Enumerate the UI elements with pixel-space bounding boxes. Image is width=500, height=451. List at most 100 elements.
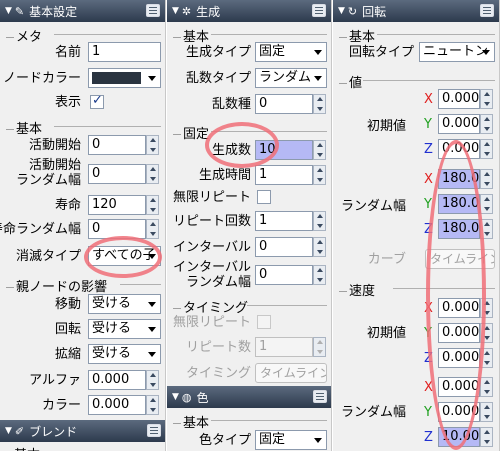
rotation-panel: ▼ ↻ 回転 基本 回転タイプ ニュートン 値 初期値 X 0.000 Y 0.…	[333, 0, 500, 451]
color-type-select[interactable]: 固定	[255, 430, 327, 450]
speed-rand-x-spinner[interactable]	[480, 377, 493, 397]
parent-influence-section: 親ノードの影響	[6, 276, 107, 295]
rand-type-select[interactable]: ランダム	[255, 68, 327, 88]
axis-x-label: X	[424, 92, 433, 107]
axis-z-label: Z	[424, 430, 433, 445]
rand-type-label: 乱数タイプ	[185, 71, 251, 86]
panel-title: 生成	[196, 4, 221, 19]
seed-spinner[interactable]	[313, 94, 326, 114]
spawn-start-label: 活動開始	[28, 138, 81, 153]
chevron-down-icon	[314, 50, 322, 55]
generate-header[interactable]: ▼ ✲ 生成	[167, 0, 331, 22]
panel-title: 回転	[362, 4, 387, 19]
axis-x-label: X	[424, 172, 433, 187]
annotation-circle	[84, 236, 162, 278]
seed-input[interactable]: 0	[255, 94, 313, 114]
color-header[interactable]: ▼ ◍ 色	[167, 386, 331, 408]
display-label: 表示	[54, 95, 81, 110]
spawn-random-spinner[interactable]	[146, 164, 159, 184]
time-input[interactable]: 1	[255, 165, 313, 185]
generate-panel: ▼ ✲ 生成 基本 生成タイプ 固定 乱数タイプ ランダム 乱数種 0 固定 生…	[167, 0, 332, 451]
rot-type-label: 回転タイプ	[348, 45, 414, 60]
node-color-label: ノードカラー	[2, 71, 81, 86]
speed-rand-z-spinner[interactable]	[480, 427, 493, 447]
collapse-arrow-icon[interactable]: ▼	[5, 426, 12, 436]
color-basic-section: 基本	[173, 412, 209, 431]
infinite-repeat-checkbox[interactable]	[257, 190, 271, 204]
color-spinner[interactable]	[146, 395, 159, 415]
interval-random-spinner[interactable]	[313, 265, 326, 285]
init-y-spinner[interactable]	[480, 114, 493, 134]
interval-random-input[interactable]: 0	[255, 265, 313, 285]
life-label: 寿命	[54, 198, 81, 213]
rot-type-select[interactable]: ニュートン	[419, 42, 495, 62]
basic-settings-header[interactable]: ▼ ✎ 基本設定	[0, 0, 165, 22]
wrench-icon: ✎	[14, 4, 25, 18]
timing-infinite-checkbox[interactable]	[257, 315, 271, 329]
life-random-label: 寿命ランダム幅	[0, 222, 81, 237]
panel-menu-icon[interactable]	[480, 4, 494, 17]
spawn-start-input[interactable]: 0	[88, 135, 146, 155]
repeat-count-input[interactable]: 1	[255, 211, 313, 231]
alpha-input[interactable]: 0.000	[88, 370, 146, 390]
alpha-spinner[interactable]	[146, 370, 159, 390]
scale-select[interactable]: 受ける	[88, 344, 161, 364]
random-range-label: ランダム幅	[340, 199, 406, 214]
color-input[interactable]: 0.000	[88, 395, 146, 415]
collapse-arrow-icon[interactable]: ▼	[172, 6, 179, 16]
rand-y-spinner[interactable]	[480, 194, 493, 214]
curve-label: カーブ	[367, 252, 406, 267]
brush-icon: ✐	[14, 424, 25, 438]
speed-rand-y-spinner[interactable]	[480, 402, 493, 422]
init-x-spinner[interactable]	[480, 89, 493, 109]
panel-title: 基本設定	[29, 4, 78, 19]
gen-type-select[interactable]: 固定	[255, 42, 327, 62]
blend-header[interactable]: ▼ ✐ ブレンド	[0, 420, 165, 442]
node-color-picker[interactable]	[88, 68, 161, 88]
panel-menu-icon[interactable]	[146, 4, 160, 17]
timing-repeat-input[interactable]: 1	[255, 337, 313, 357]
panel-menu-icon[interactable]	[312, 4, 326, 17]
collapse-arrow-icon[interactable]: ▼	[5, 6, 12, 16]
spawn-start-spinner[interactable]	[146, 135, 159, 155]
rotation-header[interactable]: ▼ ↻ 回転	[333, 0, 499, 22]
gen-type-label: 生成タイプ	[185, 45, 251, 60]
move-select[interactable]: 受ける	[88, 294, 161, 314]
infinite-repeat-label: 無限リピート	[172, 190, 251, 205]
timing-repeat-label: リピート数	[185, 340, 251, 355]
value-section: 値	[339, 72, 362, 91]
speed-random-label: ランダム幅	[340, 405, 406, 420]
count-spinner[interactable]	[313, 140, 326, 160]
init-z-spinner[interactable]	[480, 139, 493, 159]
panel-menu-icon[interactable]	[313, 390, 327, 403]
collapse-arrow-icon[interactable]: ▼	[172, 392, 179, 402]
scale-label: 拡縮	[54, 347, 81, 362]
interval-input[interactable]: 0	[255, 237, 313, 257]
life-random-spinner[interactable]	[146, 219, 159, 239]
rotate-select[interactable]: 受ける	[88, 319, 161, 339]
life-input[interactable]: 120	[88, 195, 146, 215]
panel-menu-icon[interactable]	[147, 424, 161, 437]
spawn-random-input[interactable]: 0	[88, 164, 146, 184]
interval-spinner[interactable]	[313, 237, 326, 257]
rot-basic-section: 基本	[339, 26, 375, 45]
gen-basic-section: 基本	[173, 26, 209, 45]
collapse-arrow-icon[interactable]: ▼	[338, 6, 345, 16]
name-input[interactable]: 1	[88, 42, 161, 62]
move-label: 移動	[54, 297, 81, 312]
seed-label: 乱数種	[211, 97, 251, 112]
destroy-type-label: 消滅タイプ	[15, 249, 81, 264]
life-spinner[interactable]	[146, 195, 159, 215]
init-x-input[interactable]: 0.000	[438, 89, 480, 109]
init-y-input[interactable]: 0.000	[438, 114, 480, 134]
spawn-random-label: 活動開始 ランダム幅	[15, 158, 81, 188]
display-checkbox[interactable]: ✓	[90, 93, 104, 109]
rand-x-spinner[interactable]	[480, 169, 493, 189]
chevron-down-icon	[148, 76, 156, 81]
timing-timeline-button[interactable]: タイムライン	[255, 363, 327, 383]
name-label: 名前	[54, 45, 81, 60]
repeat-count-spinner[interactable]	[313, 211, 326, 231]
timing-repeat-spinner[interactable]	[313, 337, 326, 357]
time-spinner[interactable]	[313, 165, 326, 185]
checkmark-icon: ✓	[92, 93, 103, 108]
